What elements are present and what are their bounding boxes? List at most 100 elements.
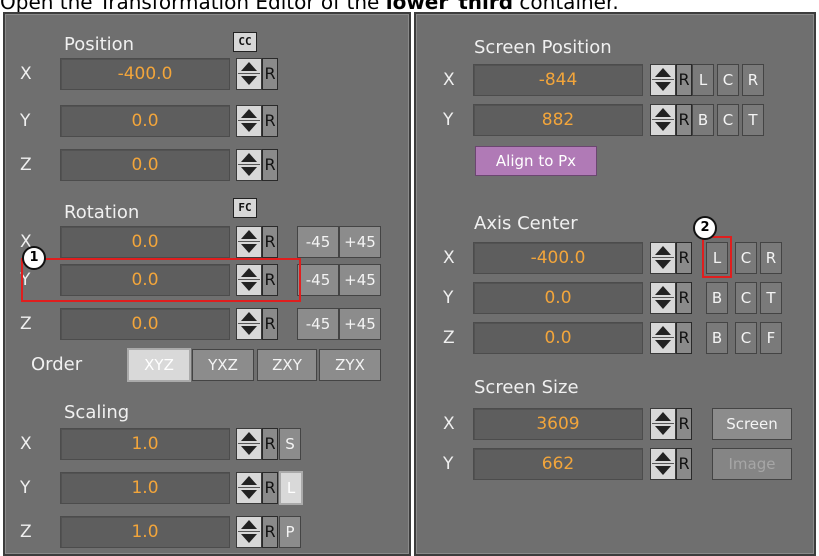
- arrow-up-icon: [241, 520, 257, 529]
- screen-size-image-button[interactable]: Image: [712, 448, 792, 480]
- position-z-spinner[interactable]: [236, 149, 262, 181]
- axis-center-y-b-button[interactable]: B: [706, 282, 728, 314]
- screen-size-y-field[interactable]: 662: [473, 448, 643, 480]
- axis-center-y-c-button[interactable]: C: [735, 282, 757, 314]
- axis-center-x-r-button[interactable]: R: [760, 242, 782, 274]
- axis-center-x-c-button[interactable]: C: [735, 242, 757, 274]
- scaling-x-reset-button[interactable]: R: [262, 428, 278, 460]
- axis-center-y-reset-button[interactable]: R: [676, 282, 692, 314]
- screen-size-y-reset-button[interactable]: R: [676, 448, 692, 480]
- order-xyz-button[interactable]: XYZ: [127, 348, 191, 382]
- scaling-y-reset-button[interactable]: R: [262, 472, 278, 504]
- rotation-z-reset-button[interactable]: R: [262, 308, 278, 340]
- screen-size-x-field[interactable]: 3609: [473, 408, 643, 440]
- screen-size-screen-button[interactable]: Screen: [712, 408, 792, 440]
- axis-center-z-f-button[interactable]: F: [760, 322, 782, 354]
- scaling-x-field[interactable]: 1.0: [60, 428, 230, 460]
- axis-center-y-t-button[interactable]: T: [760, 282, 782, 314]
- axis-center-z-c-button[interactable]: C: [735, 322, 757, 354]
- arrow-down-icon: [241, 76, 257, 85]
- arrow-up-icon: [655, 246, 671, 255]
- order-zxy-button[interactable]: ZXY: [257, 349, 317, 381]
- axis-center-y-spinner[interactable]: [650, 282, 676, 314]
- scaling-s-button[interactable]: S: [279, 428, 301, 460]
- scaling-y-field[interactable]: 1.0: [60, 472, 230, 504]
- axis-center-x-reset-button[interactable]: R: [676, 242, 692, 274]
- scaling-z-field[interactable]: 1.0: [60, 516, 230, 548]
- rotation-fc-button[interactable]: FC: [233, 198, 257, 218]
- screen-position-x-c-button[interactable]: C: [717, 64, 739, 96]
- arrow-down-icon: [241, 490, 257, 499]
- screen-size-x-label: X: [443, 414, 455, 434]
- screen-size-y-label: Y: [443, 454, 454, 474]
- screen-position-y-spinner[interactable]: [650, 104, 676, 136]
- screen-position-x-r-button[interactable]: R: [742, 64, 764, 96]
- screen-position-y-t-button[interactable]: T: [742, 104, 764, 136]
- arrow-up-icon: [241, 312, 257, 321]
- rotation-z-spinner[interactable]: [236, 308, 262, 340]
- rotation-x-minus45-button[interactable]: -45: [297, 226, 339, 258]
- screen-position-x-spinner[interactable]: [650, 64, 676, 96]
- screen-position-x-l-button[interactable]: L: [692, 64, 714, 96]
- screen-size-x-reset-button[interactable]: R: [676, 408, 692, 440]
- rotation-x-plus45-button[interactable]: +45: [339, 226, 381, 258]
- axis-center-x-field[interactable]: -400.0: [473, 242, 643, 274]
- screen-position-x-field[interactable]: -844: [473, 64, 643, 96]
- position-x-field[interactable]: -400.0: [60, 58, 230, 90]
- axis-center-z-field[interactable]: 0.0: [473, 322, 643, 354]
- arrow-down-icon: [241, 244, 257, 253]
- order-zyx-button[interactable]: ZYX: [319, 349, 381, 381]
- position-x-reset-button[interactable]: R: [262, 58, 278, 90]
- arrow-down-icon: [241, 534, 257, 543]
- rotation-y-plus45-button[interactable]: +45: [339, 264, 381, 296]
- axis-center-x-spinner[interactable]: [650, 242, 676, 274]
- order-label: Order: [31, 354, 83, 375]
- arrow-down-icon: [655, 122, 671, 131]
- screen-position-y-label: Y: [443, 110, 454, 130]
- scaling-x-spinner[interactable]: [236, 428, 262, 460]
- screen-position-y-reset-button[interactable]: R: [676, 104, 692, 136]
- position-x-spinner[interactable]: [236, 58, 262, 90]
- arrow-down-icon: [241, 123, 257, 132]
- scaling-y-label: Y: [20, 478, 31, 498]
- position-z-reset-button[interactable]: R: [262, 149, 278, 181]
- scaling-x-label: X: [20, 434, 32, 454]
- scaling-z-reset-button[interactable]: R: [262, 516, 278, 548]
- arrow-up-icon: [655, 326, 671, 335]
- axis-center-x-label: X: [443, 248, 455, 268]
- rotation-z-label: Z: [20, 314, 32, 334]
- position-y-spinner[interactable]: [236, 105, 262, 137]
- screen-size-y-spinner[interactable]: [650, 448, 676, 480]
- screen-position-y-c-button[interactable]: C: [717, 104, 739, 136]
- position-y-reset-button[interactable]: R: [262, 105, 278, 137]
- arrow-down-icon: [241, 326, 257, 335]
- axis-center-z-spinner[interactable]: [650, 322, 676, 354]
- arrow-up-icon: [241, 476, 257, 485]
- rotation-x-field[interactable]: 0.0: [60, 226, 230, 258]
- rotation-z-minus45-button[interactable]: -45: [297, 308, 339, 340]
- axis-center-z-b-button[interactable]: B: [706, 322, 728, 354]
- scaling-y-spinner[interactable]: [236, 472, 262, 504]
- order-yxz-button[interactable]: YXZ: [192, 349, 254, 381]
- scaling-p-button[interactable]: P: [279, 516, 301, 548]
- axis-center-z-reset-button[interactable]: R: [676, 322, 692, 354]
- position-x-label: X: [20, 64, 32, 84]
- scaling-l-button[interactable]: L: [279, 471, 303, 505]
- rotation-y-minus45-button[interactable]: -45: [297, 264, 339, 296]
- right-transform-panel: Screen Position X -844 R L C R Y 882 R B…: [414, 12, 816, 556]
- axis-center-y-field[interactable]: 0.0: [473, 282, 643, 314]
- screen-position-x-reset-button[interactable]: R: [676, 64, 692, 96]
- align-to-px-button[interactable]: Align to Px: [475, 146, 597, 176]
- position-y-field[interactable]: 0.0: [60, 105, 230, 137]
- scaling-z-spinner[interactable]: [236, 516, 262, 548]
- rotation-z-plus45-button[interactable]: +45: [339, 308, 381, 340]
- position-z-field[interactable]: 0.0: [60, 149, 230, 181]
- screen-position-y-field[interactable]: 882: [473, 104, 643, 136]
- screen-position-y-b-button[interactable]: B: [692, 104, 714, 136]
- rotation-z-field[interactable]: 0.0: [60, 308, 230, 340]
- screen-size-x-spinner[interactable]: [650, 408, 676, 440]
- rotation-x-spinner[interactable]: [236, 226, 262, 258]
- rotation-x-reset-button[interactable]: R: [262, 226, 278, 258]
- position-cc-button[interactable]: CC: [233, 32, 257, 52]
- callout-2-highlight: [702, 236, 732, 278]
